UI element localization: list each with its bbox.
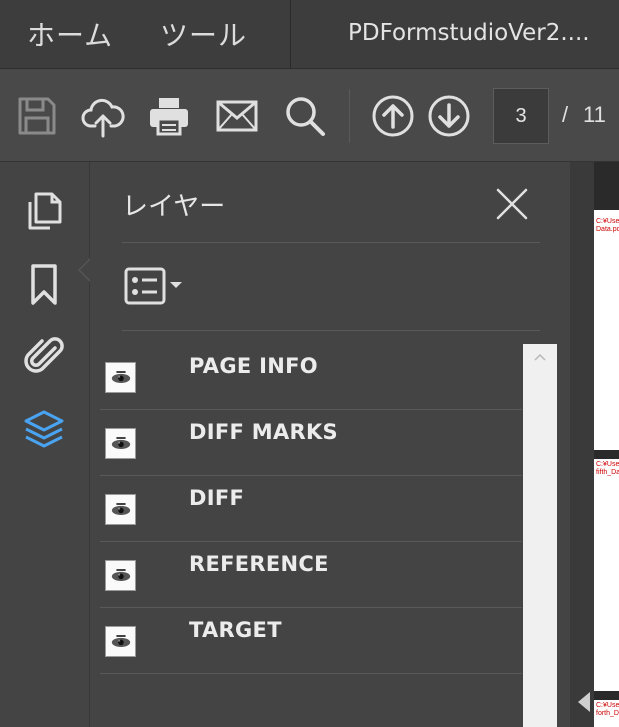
- pages-icon: [28, 192, 62, 230]
- collapse-panel-arrow-icon[interactable]: [578, 692, 590, 712]
- list-options-icon: [124, 267, 182, 305]
- layer-visibility-toggle[interactable]: [105, 428, 136, 459]
- document-page[interactable]: C:¥Use Data.pd: [594, 210, 619, 450]
- menu-tools[interactable]: ツール: [160, 14, 247, 54]
- document-page[interactable]: C:¥Use fifth_Da: [594, 459, 619, 691]
- layer-visibility-toggle[interactable]: [105, 626, 136, 657]
- attachments-button[interactable]: [20, 332, 68, 380]
- attachment-icon: [24, 337, 64, 373]
- layer-visibility-toggle[interactable]: [105, 494, 136, 525]
- document-title-tab[interactable]: PDFormstudioVer2....: [348, 20, 590, 46]
- cloud-upload-button[interactable]: [80, 93, 126, 139]
- layer-list-scrollbar[interactable]: [523, 344, 557, 727]
- print-button[interactable]: [146, 93, 192, 139]
- layer-label: REFERENCE: [189, 552, 329, 576]
- layer-label: DIFF MARKS: [189, 420, 338, 444]
- arrow-down-circle-icon: [428, 95, 470, 137]
- chevron-up-icon[interactable]: [533, 350, 547, 364]
- layer-row[interactable]: REFERENCE: [100, 542, 522, 608]
- layer-row[interactable]: DIFF: [100, 476, 522, 542]
- save-button[interactable]: [14, 93, 60, 139]
- close-panel-button[interactable]: [492, 184, 532, 224]
- layer-label: TARGET: [189, 618, 282, 642]
- page-separator: /: [562, 102, 569, 127]
- layer-options-dropdown[interactable]: [124, 266, 188, 306]
- layers-button[interactable]: [20, 406, 68, 454]
- save-icon: [18, 97, 56, 135]
- document-page[interactable]: C:¥Use forth_D: [594, 700, 619, 727]
- document-view[interactable]: C:¥Use Data.pd C:¥Use fifth_Da C:¥Use fo…: [594, 162, 619, 727]
- eye-icon: [111, 437, 130, 449]
- search-icon: [286, 97, 325, 136]
- layers-panel: レイヤー PAGE INFO DIFF MARKS DIFF REFERENCE…: [90, 162, 570, 727]
- toolbar-divider: [349, 89, 350, 143]
- page-total: 11: [583, 102, 606, 127]
- eye-icon: [111, 635, 130, 647]
- page-path-text: C:¥Use: [596, 461, 619, 468]
- layer-label: PAGE INFO: [189, 354, 318, 378]
- next-page-button[interactable]: [426, 93, 472, 139]
- eye-icon: [111, 503, 130, 515]
- page-number-input[interactable]: [493, 88, 549, 144]
- close-icon: [496, 188, 528, 220]
- print-icon: [150, 98, 188, 136]
- previous-page-button[interactable]: [370, 93, 416, 139]
- layer-row[interactable]: PAGE INFO: [100, 344, 522, 410]
- panel-title: レイヤー: [122, 192, 226, 222]
- layer-visibility-toggle[interactable]: [105, 560, 136, 591]
- layer-visibility-toggle[interactable]: [105, 362, 136, 393]
- mail-button[interactable]: [214, 93, 260, 139]
- bookmarks-button[interactable]: [20, 260, 68, 308]
- layer-row[interactable]: DIFF MARKS: [100, 410, 522, 476]
- layer-list: PAGE INFO DIFF MARKS DIFF REFERENCE TARG…: [100, 344, 522, 727]
- page-path-text: C:¥Use: [596, 702, 619, 709]
- search-button[interactable]: [282, 93, 328, 139]
- menu-bar: ホーム ツール PDFormstudioVer2....: [0, 0, 619, 68]
- page-path-text: Data.pd: [596, 226, 619, 233]
- mail-icon: [216, 100, 258, 132]
- cloud-upload-icon: [81, 98, 125, 138]
- layers-icon: [24, 410, 64, 448]
- arrow-up-circle-icon: [372, 95, 414, 137]
- bookmark-icon: [31, 264, 57, 305]
- active-tab-pointer-fill: [80, 260, 90, 280]
- eye-icon: [111, 371, 130, 383]
- page-path-text: forth_D: [596, 710, 619, 717]
- pages-button[interactable]: [20, 186, 68, 234]
- layer-row[interactable]: TARGET: [100, 608, 522, 674]
- menu-divider: [290, 0, 291, 68]
- menu-home[interactable]: ホーム: [27, 14, 113, 54]
- toolbar: / 11: [0, 68, 619, 162]
- page-path-text: C:¥Use: [596, 218, 619, 225]
- left-rail: [0, 162, 90, 727]
- layer-label: DIFF: [189, 486, 245, 510]
- document-gutter: [570, 162, 594, 727]
- page-path-text: fifth_Da: [596, 469, 619, 476]
- panel-divider: [122, 242, 540, 243]
- panel-divider: [122, 330, 540, 331]
- eye-icon: [111, 569, 130, 581]
